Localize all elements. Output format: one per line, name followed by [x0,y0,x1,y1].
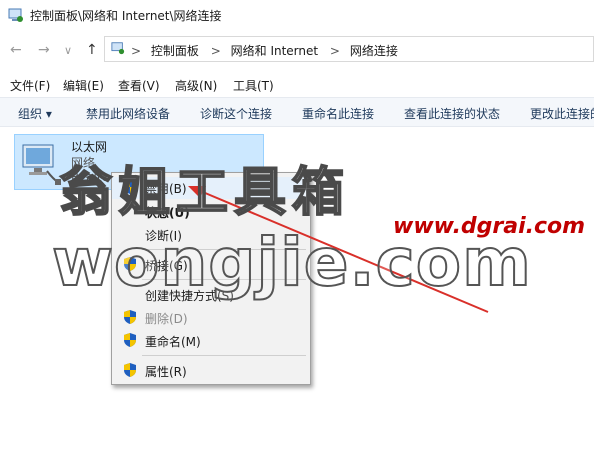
uac-shield-icon [124,363,136,377]
breadcrumb-item-network-connections[interactable]: 网络连接 [350,44,398,58]
menu-item-status[interactable]: 状态(U) [112,201,310,223]
watermark-url: www.dgrai.com [393,214,586,239]
back-arrow-icon[interactable]: ← [10,42,22,58]
control-panel-icon [111,42,125,55]
adapter-device: Realte [71,170,109,184]
menu-item-rename[interactable]: 重命名(M) [112,330,310,352]
adapter-status: 网络 [71,156,96,170]
ethernet-adapter-icon [22,144,61,185]
address-bar[interactable]: > 控制面板 > 网络和 Internet > 网络连接 [104,36,594,62]
forward-arrow-icon[interactable]: → [38,42,50,58]
command-bar: 组织 ▾ 禁用此网络设备 诊断这个连接 重命名此连接 查看此连接的状态 更改此连… [0,97,594,127]
breadcrumb-item-network-internet[interactable]: 网络和 Internet [231,44,318,58]
menu-item-properties[interactable]: 属性(R) [112,360,310,382]
diagnose-connection-button[interactable]: 诊断这个连接 [200,105,272,122]
network-connections-icon [8,8,23,22]
window-titlebar: 控制面板\网络和 Internet\网络连接 [0,0,594,30]
breadcrumb-item-control-panel[interactable]: 控制面板 [151,44,199,58]
menu-item-disable[interactable]: 禁用(B) [112,177,310,199]
context-menu: 禁用(B) 状态(U) 诊断(I) 桥接(G) 创建快捷方式(S) 删除(D) … [111,172,311,385]
menu-file[interactable]: 文件(F) [10,77,50,94]
window-title: 控制面板\网络和 Internet\网络连接 [30,9,222,23]
menu-item-delete[interactable]: 删除(D) [112,307,310,329]
change-settings-button[interactable]: 更改此连接的 [530,105,594,122]
uac-shield-icon [124,333,136,347]
view-status-button[interactable]: 查看此连接的状态 [404,105,500,122]
menu-divider [142,249,306,250]
breadcrumb-separator-icon[interactable]: > [330,44,340,58]
menu-item-bridge[interactable]: 桥接(G) [112,254,310,276]
uac-shield-icon [124,180,136,194]
menu-divider [142,279,306,280]
menu-bar: 文件(F) 编辑(E) 查看(V) 高级(N) 工具(T) [0,74,594,96]
menu-divider [142,355,306,356]
menu-tools[interactable]: 工具(T) [233,77,274,94]
breadcrumb-separator-icon[interactable]: > [211,44,221,58]
disable-device-button[interactable]: 禁用此网络设备 [86,105,170,122]
uac-shield-icon [124,310,136,324]
menu-edit[interactable]: 编辑(E) [63,77,104,94]
menu-item-diagnose[interactable]: 诊断(I) [112,224,310,246]
breadcrumb: > 控制面板 > 网络和 Internet > 网络连接 [129,42,404,59]
adapter-name: 以太网 [71,140,108,154]
menu-item-create-shortcut[interactable]: 创建快捷方式(S) [112,284,310,306]
recent-locations-icon[interactable]: ∨ [64,44,72,57]
breadcrumb-chevron-icon[interactable]: > [131,44,141,58]
menu-advanced[interactable]: 高级(N) [175,77,217,94]
rename-connection-button[interactable]: 重命名此连接 [302,105,374,122]
up-arrow-icon[interactable]: ↑ [86,42,98,58]
menu-view[interactable]: 查看(V) [118,77,160,94]
organize-button[interactable]: 组织 ▾ [18,105,52,122]
uac-shield-icon [124,257,136,271]
